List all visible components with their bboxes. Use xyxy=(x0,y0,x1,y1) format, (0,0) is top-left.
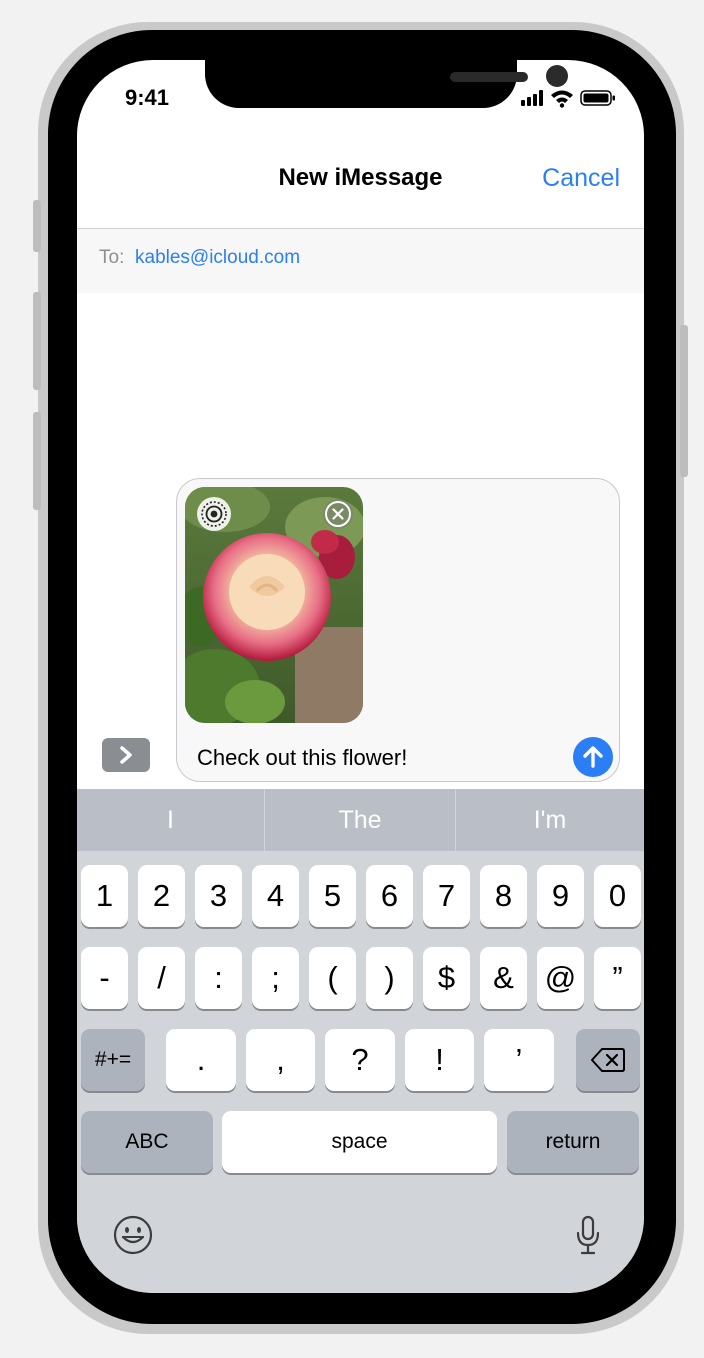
volume-down-button xyxy=(33,412,41,510)
key-5[interactable]: 5 xyxy=(309,865,356,927)
return-key[interactable]: return xyxy=(507,1111,639,1173)
battery-icon xyxy=(580,90,615,106)
screen: 9:41 New iMessage Cancel To: kables@iclo… xyxy=(77,60,644,1293)
status-time: 9:41 xyxy=(125,85,170,110)
speaker xyxy=(450,72,528,82)
recipient-address[interactable]: kables@icloud.com xyxy=(135,247,300,269)
key-2[interactable]: 2 xyxy=(138,865,185,927)
space-key[interactable]: space xyxy=(222,1111,497,1173)
mute-switch xyxy=(33,200,41,252)
emoji-icon[interactable] xyxy=(113,1215,153,1255)
arrow-up-icon xyxy=(583,746,603,768)
key-7[interactable]: 7 xyxy=(423,865,470,927)
chevron-right-icon xyxy=(120,746,132,764)
key-ampersand[interactable]: & xyxy=(480,947,527,1009)
remove-attachment-button[interactable] xyxy=(323,499,353,529)
key-semicolon[interactable]: ; xyxy=(252,947,299,1009)
microphone-icon[interactable] xyxy=(575,1215,601,1255)
key-slash[interactable]: / xyxy=(138,947,185,1009)
send-button[interactable] xyxy=(573,737,613,777)
recipient-row[interactable]: To: kables@icloud.com xyxy=(77,229,644,293)
volume-up-button xyxy=(33,292,41,390)
notch xyxy=(205,60,568,108)
key-close-paren[interactable]: ) xyxy=(366,947,413,1009)
key-9[interactable]: 9 xyxy=(537,865,584,927)
expand-apps-button[interactable] xyxy=(102,738,150,772)
key-comma[interactable]: , xyxy=(246,1029,315,1091)
power-button xyxy=(680,325,688,477)
predictive-suggestion[interactable]: I xyxy=(77,789,264,851)
key-hyphen[interactable]: - xyxy=(81,947,128,1009)
rose-photo-attachment[interactable] xyxy=(185,487,363,723)
key-at[interactable]: @ xyxy=(537,947,584,1009)
delete-backspace-icon xyxy=(591,1048,625,1072)
key-0[interactable]: 0 xyxy=(594,865,641,927)
key-apostrophe[interactable]: ’ xyxy=(484,1029,554,1091)
key-period[interactable]: . xyxy=(166,1029,236,1091)
status-icons xyxy=(521,90,615,108)
key-dollar[interactable]: $ xyxy=(423,947,470,1009)
compose-field[interactable]: Check out this flower! xyxy=(176,478,620,782)
key-question[interactable]: ? xyxy=(325,1029,395,1091)
key-exclamation[interactable]: ! xyxy=(405,1029,474,1091)
key-1[interactable]: 1 xyxy=(81,865,128,927)
key-6[interactable]: 6 xyxy=(366,865,413,927)
close-icon xyxy=(325,501,351,527)
keyboard: I The I'm 1 2 3 4 5 6 7 8 9 0 - / : ; ( … xyxy=(77,789,644,1293)
key-8[interactable]: 8 xyxy=(480,865,527,927)
predictive-suggestion[interactable]: The xyxy=(265,789,455,851)
live-photo-icon[interactable] xyxy=(197,497,231,531)
abc-key[interactable]: ABC xyxy=(81,1111,213,1173)
cancel-button[interactable]: Cancel xyxy=(542,164,620,193)
key-quote[interactable]: ” xyxy=(594,947,641,1009)
delete-key[interactable] xyxy=(576,1029,640,1091)
message-text[interactable]: Check out this flower! xyxy=(197,745,407,771)
to-label: To: xyxy=(99,247,125,268)
predictive-bar: I The I'm xyxy=(77,789,644,851)
front-camera xyxy=(546,65,568,87)
key-open-paren[interactable]: ( xyxy=(309,947,356,1009)
symbols-toggle-key[interactable]: #+= xyxy=(81,1029,145,1091)
key-colon[interactable]: : xyxy=(195,947,242,1009)
predictive-suggestion[interactable]: I'm xyxy=(456,789,644,851)
key-4[interactable]: 4 xyxy=(252,865,299,927)
wifi-icon xyxy=(551,90,573,108)
key-3[interactable]: 3 xyxy=(195,865,242,927)
cellular-signal-icon xyxy=(521,90,543,106)
